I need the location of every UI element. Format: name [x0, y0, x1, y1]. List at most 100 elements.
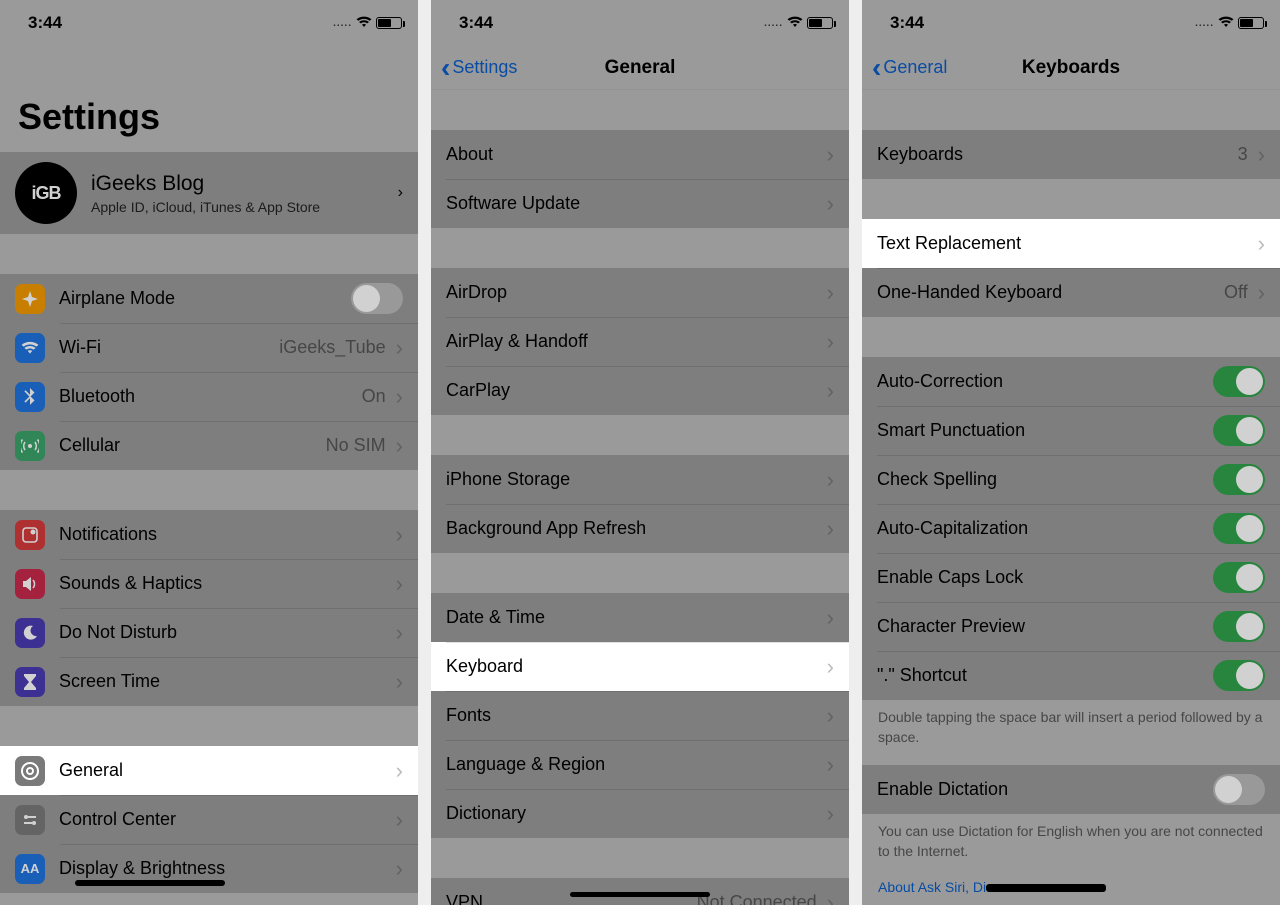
row-label: Do Not Disturb — [59, 622, 177, 643]
row-about[interactable]: About › — [431, 130, 849, 179]
row-keyboard[interactable]: Keyboard› — [431, 642, 849, 691]
chevron-right-icon: › — [1258, 280, 1265, 306]
row-notifications[interactable]: Notifications› — [0, 510, 418, 559]
row-enable-dictation[interactable]: Enable Dictation — [862, 765, 1280, 814]
group-text-options: Text Replacement›One-Handed KeyboardOff› — [862, 219, 1280, 317]
group-connectivity: Airplane Mode Wi-FiiGeeks_Tube›BluetoothO… — [0, 274, 418, 470]
row-background-app-refresh[interactable]: Background App Refresh› — [431, 504, 849, 553]
toggle[interactable] — [1213, 513, 1265, 544]
row-cellular[interactable]: CellularNo SIM› — [0, 421, 418, 470]
status-bar: 3:44 ..... — [0, 0, 418, 46]
row-label: Language & Region — [446, 754, 605, 775]
row-display-brightness[interactable]: AADisplay & Brightness› — [0, 844, 418, 893]
row-label: About — [446, 144, 493, 165]
screen-settings: 3:44 ..... Settings iGB iGeeks Blog Appl… — [0, 0, 418, 905]
row-airplay-handoff[interactable]: AirPlay & Handoff› — [431, 317, 849, 366]
row-language-region[interactable]: Language & Region› — [431, 740, 849, 789]
nav-title: General — [431, 57, 849, 79]
row-fonts[interactable]: Fonts› — [431, 691, 849, 740]
toggle[interactable] — [1213, 774, 1265, 805]
row-label: Notifications — [59, 524, 157, 545]
row-label: Control Center — [59, 809, 176, 830]
row-label: "." Shortcut — [877, 665, 967, 686]
row-auto-correction[interactable]: Auto-Correction — [862, 357, 1280, 406]
apple-id-row[interactable]: iGB iGeeks Blog Apple ID, iCloud, iTunes… — [0, 152, 418, 234]
chevron-right-icon: › — [396, 335, 403, 361]
row-iphone-storage[interactable]: iPhone Storage› — [431, 455, 849, 504]
status-bar: 3:44 ..... — [862, 0, 1280, 46]
row-enable-caps-lock[interactable]: Enable Caps Lock — [862, 553, 1280, 602]
row-general[interactable]: General› — [0, 746, 418, 795]
wifi-icon — [356, 15, 372, 31]
row-wi-fi[interactable]: Wi-FiiGeeks_Tube› — [0, 323, 418, 372]
chevron-right-icon: › — [827, 142, 834, 168]
cell-signal: ..... — [1195, 18, 1214, 29]
profile-sub: Apple ID, iCloud, iTunes & App Store — [91, 199, 398, 215]
row-keyboards[interactable]: Keyboards3› — [862, 130, 1280, 179]
row--shortcut[interactable]: "." Shortcut — [862, 651, 1280, 700]
toggle[interactable] — [1213, 366, 1265, 397]
cell-signal: ..... — [764, 18, 783, 29]
group-alerts: Notifications›Sounds & Haptics›Do Not Di… — [0, 510, 418, 706]
row-detail: No SIM — [326, 435, 386, 456]
chevron-right-icon: › — [827, 467, 834, 493]
row-airdrop[interactable]: AirDrop› — [431, 268, 849, 317]
row-date-time[interactable]: Date & Time› — [431, 593, 849, 642]
row-one-handed-keyboard[interactable]: One-Handed KeyboardOff› — [862, 268, 1280, 317]
home-indicator[interactable] — [431, 892, 849, 897]
row-control-center[interactable]: Control Center› — [0, 795, 418, 844]
toggle[interactable] — [1213, 464, 1265, 495]
wifi-icon — [1218, 15, 1234, 31]
toggle[interactable] — [1213, 415, 1265, 446]
row-label: Cellular — [59, 435, 120, 456]
row-label: AirDrop — [446, 282, 507, 303]
page-title: Settings — [0, 46, 418, 152]
display-icon: AA — [15, 854, 45, 884]
row-do-not-disturb[interactable]: Do Not Disturb› — [0, 608, 418, 657]
about-dictation-link[interactable]: About Ask Siri, Dictation and Privacy… A… — [862, 879, 1280, 895]
toggle[interactable] — [1213, 562, 1265, 593]
row-label: Keyboard — [446, 656, 523, 677]
row-screen-time[interactable]: Screen Time› — [0, 657, 418, 706]
avatar: iGB — [15, 162, 77, 224]
group-system: General›Control Center›AADisplay & Brigh… — [0, 746, 418, 893]
toggle[interactable] — [1213, 611, 1265, 642]
row-sounds-haptics[interactable]: Sounds & Haptics› — [0, 559, 418, 608]
status-time: 3:44 — [890, 13, 924, 33]
row-label: Software Update — [446, 193, 580, 214]
row-airplane-mode[interactable]: Airplane Mode — [0, 274, 418, 323]
control-icon — [15, 805, 45, 835]
toggle[interactable] — [1213, 660, 1265, 691]
row-label: Sounds & Haptics — [59, 573, 202, 594]
row-dictionary[interactable]: Dictionary› — [431, 789, 849, 838]
row-bluetooth[interactable]: BluetoothOn› — [0, 372, 418, 421]
row-check-spelling[interactable]: Check Spelling — [862, 455, 1280, 504]
row-detail: 3 — [1238, 144, 1248, 165]
chevron-right-icon: › — [398, 184, 403, 202]
bluetooth-icon — [15, 382, 45, 412]
row-label: Text Replacement — [877, 233, 1021, 254]
row-label: AirPlay & Handoff — [446, 331, 588, 352]
footer-dictation: You can use Dictation for English when y… — [862, 814, 1280, 879]
row-software-update[interactable]: Software Update› — [431, 179, 849, 228]
row-auto-capitalization[interactable]: Auto-Capitalization — [862, 504, 1280, 553]
toggle[interactable] — [351, 283, 403, 314]
row-label: Airplane Mode — [59, 288, 175, 309]
airplane-icon — [15, 284, 45, 314]
group-3: Date & Time›Keyboard›Fonts›Language & Re… — [431, 593, 849, 838]
row-carplay[interactable]: CarPlay› — [431, 366, 849, 415]
screen-keyboards: 3:44 ..... ‹ General Keyboards Keyboards… — [862, 0, 1280, 905]
row-label: Character Preview — [877, 616, 1025, 637]
row-label: Display & Brightness — [59, 858, 225, 879]
navbar: ‹ General Keyboards — [862, 46, 1280, 90]
row-text-replacement[interactable]: Text Replacement› — [862, 219, 1280, 268]
status-time: 3:44 — [28, 13, 62, 33]
row-label: Enable Dictation — [877, 779, 1008, 800]
chevron-right-icon: › — [396, 758, 403, 784]
chevron-right-icon: › — [827, 801, 834, 827]
sound-icon — [15, 569, 45, 599]
row-smart-punctuation[interactable]: Smart Punctuation — [862, 406, 1280, 455]
group-2: iPhone Storage›Background App Refresh› — [431, 455, 849, 553]
row-label: Keyboards — [877, 144, 963, 165]
row-character-preview[interactable]: Character Preview — [862, 602, 1280, 651]
